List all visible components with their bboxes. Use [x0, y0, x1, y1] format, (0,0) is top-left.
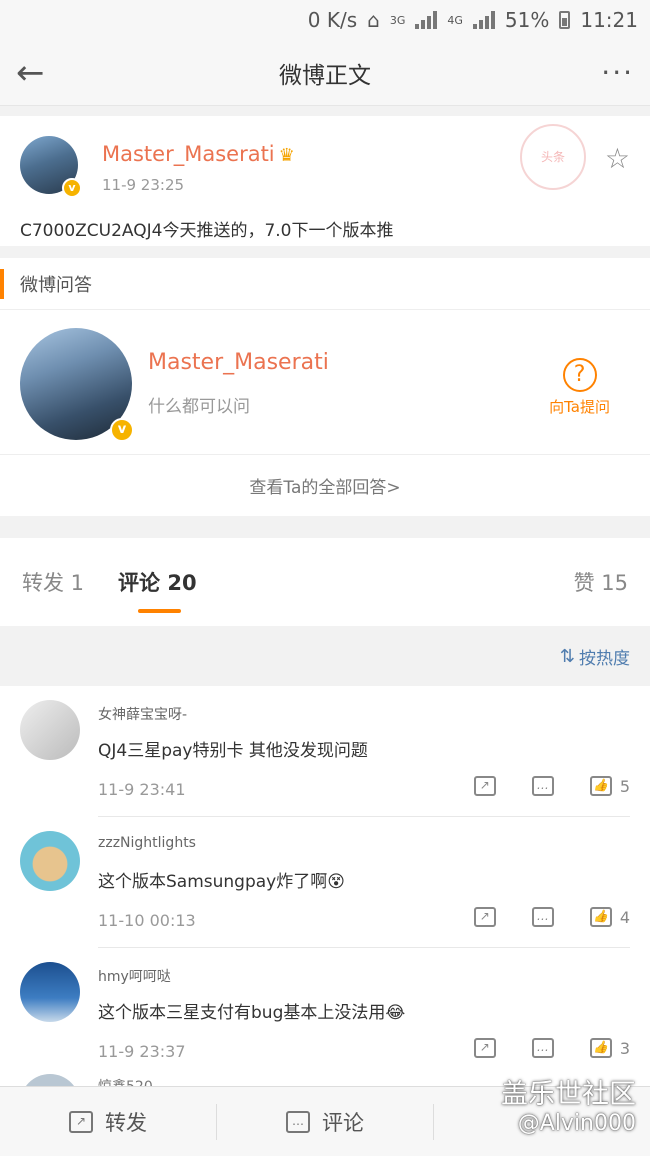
comment-time: 11-9 23:37: [98, 1042, 186, 1061]
commenter-avatar[interactable]: [20, 700, 80, 760]
battery-icon: [559, 11, 571, 29]
question-icon: ?: [562, 358, 597, 392]
tab-comment[interactable]: 评论 20: [118, 567, 197, 613]
commenter-name[interactable]: 女神薛宝宝呀-: [98, 704, 187, 724]
reply-icon[interactable]: …: [531, 776, 554, 796]
comment-actions: ↗ … 👍 4: [473, 907, 630, 927]
tab-like[interactable]: 赞 15: [574, 567, 628, 597]
comment-time: 11-9 23:41: [98, 780, 186, 799]
post-time: 11-9 23:25: [102, 176, 185, 194]
comment-icon: …: [286, 1110, 310, 1133]
watermark-user: @Alvin000: [517, 1111, 636, 1136]
author-name[interactable]: Master_Maserati ♛: [102, 142, 295, 166]
qa-subtitle: 什么都可以问: [148, 397, 250, 417]
thumb-up-icon: 👍: [589, 907, 612, 927]
comment-text: 这个版本Samsungpay炸了啊😵: [98, 872, 345, 892]
verified-badge-icon: v: [110, 418, 134, 442]
like-button[interactable]: 👍 3: [589, 1038, 630, 1058]
crown-icon: ♛: [278, 145, 295, 166]
qa-name[interactable]: Master_Maserati: [148, 350, 329, 375]
commenter-name[interactable]: zzzNightlights: [98, 835, 196, 851]
weibo-post: v Master_Maserati ♛ 11-9 23:25 头条 ☆ C7000…: [0, 116, 650, 246]
like-button[interactable]: 👍 5: [589, 776, 630, 796]
like-count: 4: [619, 907, 630, 927]
reply-icon[interactable]: …: [531, 907, 554, 927]
like-count: 5: [619, 776, 630, 796]
nav-bar: ← 微博正文 ···: [0, 40, 650, 106]
favorite-star-icon[interactable]: ☆: [605, 142, 630, 175]
reply-icon[interactable]: …: [531, 1038, 554, 1058]
sort-bar: ⇅ 按热度: [0, 626, 650, 686]
weibo-qa-card: 微博问答 v Master_Maserati 什么都可以问 ? 向Ta提问 查看…: [0, 258, 650, 516]
comment-item: hmy呵呵哒 这个版本三星支付有bug基本上没法用😂 11-9 23:37 ↗ …: [0, 948, 650, 1079]
comment-actions: ↗ … 👍 3: [473, 1038, 630, 1058]
net-speed: 0 K/s: [307, 8, 358, 32]
like-button[interactable]: 👍 4: [589, 907, 630, 927]
sort-icon: ⇅: [559, 645, 575, 667]
sort-by-hot-button[interactable]: 按热度: [579, 644, 630, 669]
comment-actions: ↗ … 👍 5: [473, 776, 630, 796]
watermark-site: 盖乐世社区: [501, 1079, 636, 1110]
status-bar: 0 K/s ⌂ 3G 4G 51% 11:21: [0, 0, 650, 40]
thumb-up-icon: 👍: [589, 776, 612, 796]
commenter-name[interactable]: hmy呵呵哒: [98, 966, 171, 986]
qa-header: 微博问答: [0, 258, 650, 310]
battery-percent: 51%: [504, 8, 550, 32]
clock: 11:21: [580, 8, 638, 32]
share-icon[interactable]: ↗: [473, 907, 496, 927]
like-count: 3: [619, 1038, 630, 1058]
commenter-avatar[interactable]: [20, 1074, 80, 1086]
comment-list: 女神薛宝宝呀- QJ4三星pay特别卡 其他没发现问题 11-9 23:41 ↗…: [0, 686, 650, 1106]
repost-button[interactable]: ↗ 转发: [0, 1103, 217, 1140]
comment-label: 评论: [322, 1110, 364, 1135]
headline-stamp: 头条: [520, 124, 586, 190]
share-icon[interactable]: ↗: [473, 1038, 496, 1058]
home-icon: ⌂: [367, 8, 380, 32]
tab-repost[interactable]: 转发 1: [22, 567, 84, 597]
commenter-name[interactable]: 惊鑫520: [98, 1076, 153, 1086]
signal-icon: [472, 11, 495, 29]
comment-item: 女神薛宝宝呀- QJ4三星pay特别卡 其他没发现问题 11-9 23:41 ↗…: [0, 686, 650, 817]
thumb-up-icon: 👍: [589, 1038, 612, 1058]
interaction-tabs: 转发 1 评论 20 赞 15: [0, 538, 650, 626]
comment-item: zzzNightlights 这个版本Samsungpay炸了啊😵 11-10 …: [0, 817, 650, 948]
page-title: 微博正文: [279, 62, 371, 89]
comment-button[interactable]: … 评论: [217, 1103, 434, 1140]
repost-label: 转发: [105, 1110, 147, 1135]
net-type-2: 4G: [447, 13, 463, 27]
comment-text: 这个版本三星支付有bug基本上没法用😂: [98, 1003, 406, 1023]
back-arrow-icon[interactable]: ←: [16, 53, 60, 93]
comment-text: QJ4三星pay特别卡 其他没发现问题: [98, 741, 368, 761]
repost-icon: ↗: [69, 1110, 93, 1133]
share-icon[interactable]: ↗: [473, 776, 496, 796]
commenter-avatar[interactable]: [20, 962, 80, 1022]
comment-time: 11-10 00:13: [98, 911, 196, 930]
post-text: C7000ZCU2AQJ4今天推送的，7.0下一个版本推: [20, 221, 394, 241]
ask-label: 向Ta提问: [549, 398, 610, 416]
net-type-1: 3G: [389, 13, 406, 27]
verified-badge-icon: v: [62, 178, 82, 198]
watermark: 盖乐世社区 @Alvin000: [501, 1072, 636, 1136]
signal-icon: [415, 11, 438, 29]
ask-question-button[interactable]: ? 向Ta提问: [549, 358, 610, 417]
commenter-avatar[interactable]: [20, 831, 80, 891]
view-all-answers-link[interactable]: 查看Ta的全部回答>: [0, 454, 650, 516]
more-dots-icon[interactable]: ···: [590, 56, 634, 89]
